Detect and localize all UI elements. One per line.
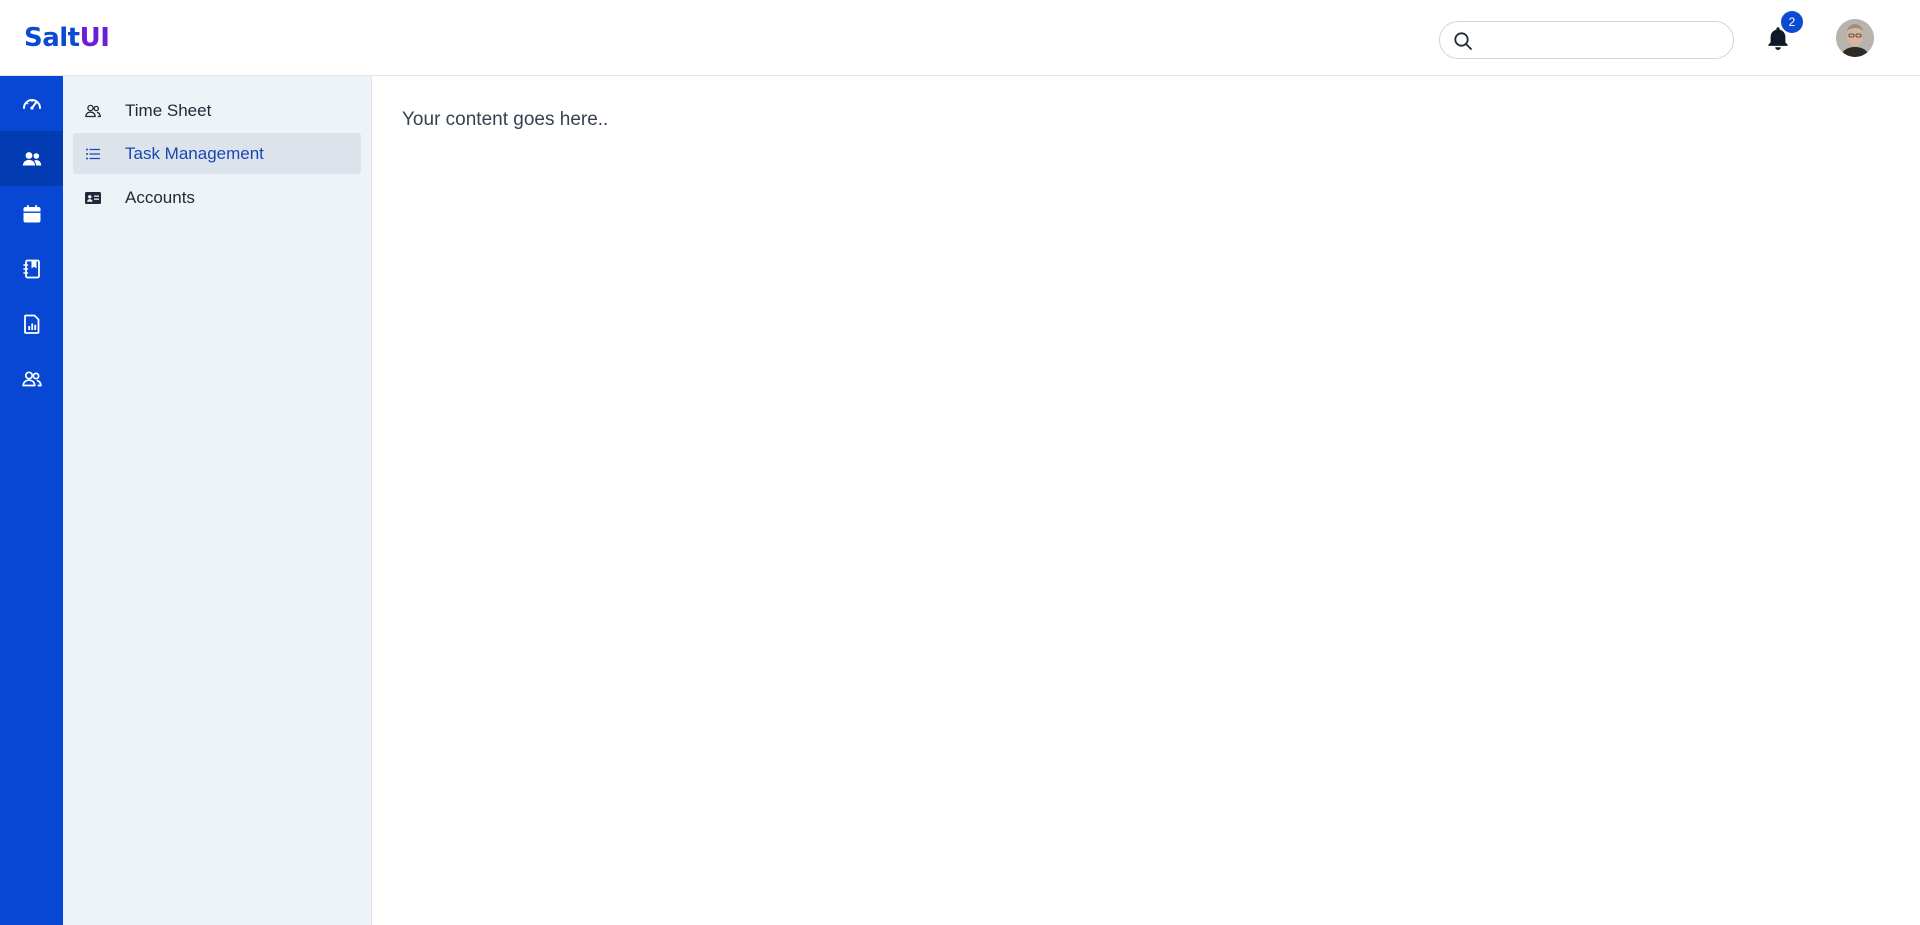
subnav-item-task-management[interactable]: Task Management [73,133,361,174]
journal-bookmark-icon [22,259,40,278]
subnav-item-label: Time Sheet [125,101,212,120]
logo-secondary-text: UI [79,23,110,53]
notification-count-badge: 2 [1781,11,1803,33]
report-chart-icon [23,314,39,334]
app-logo[interactable]: SaltUI [24,22,110,54]
rail-item-people[interactable] [0,131,63,186]
main-content-placeholder: Your content goes here.. [402,109,609,130]
people-icon [85,104,101,118]
sub-sidebar: Time Sheet Task Management Accounts [63,76,372,925]
rail-item-calendar[interactable] [0,186,63,241]
calendar-icon [23,204,40,222]
icon-rail [0,76,63,925]
subnav-item-label: Accounts [125,188,195,207]
dashboard-gauge-icon [22,98,41,110]
rail-item-dashboard[interactable] [0,76,63,131]
rail-item-team[interactable] [0,351,63,406]
top-header: SaltUI 2 [0,0,1920,76]
rail-item-journal[interactable] [0,241,63,296]
search-icon [1454,32,1472,50]
people-icon [22,151,41,165]
search-input[interactable] [1480,28,1720,52]
rail-item-reports[interactable] [0,296,63,351]
search-box[interactable] [1439,21,1734,59]
avatar-image [1836,19,1874,57]
people-outline-icon [21,370,42,386]
subnav-item-accounts[interactable]: Accounts [73,177,361,218]
user-avatar[interactable] [1836,19,1874,57]
logo-primary-text: Salt [24,23,80,53]
id-card-icon [85,192,101,204]
subnav-item-label: Task Management [125,144,264,163]
list-icon [86,148,101,160]
subnav-item-time-sheet[interactable]: Time Sheet [73,90,361,131]
